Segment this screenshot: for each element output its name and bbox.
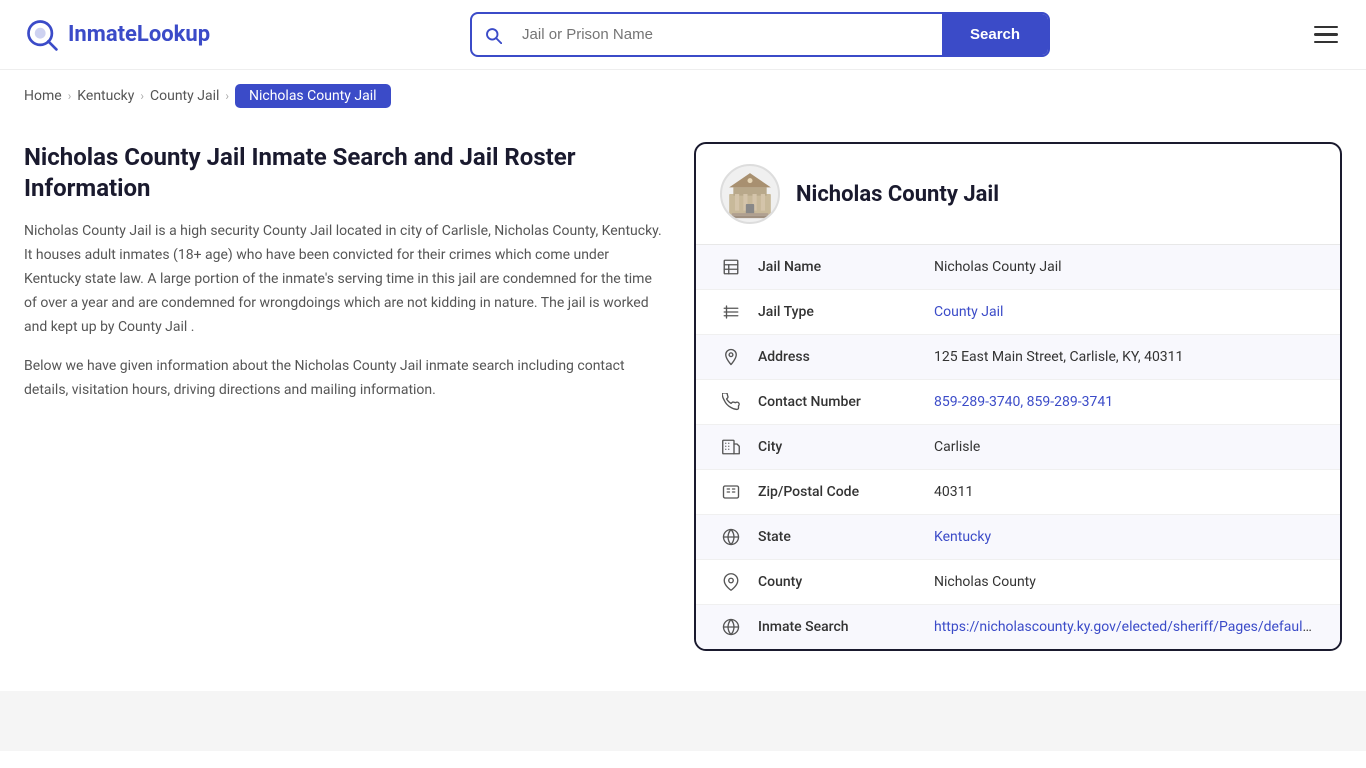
address-icon — [720, 348, 742, 366]
info-row-jail-type: Jail Type County Jail — [696, 290, 1340, 335]
info-row-inmate-search: Inmate Search https://nicholascounty.ky.… — [696, 605, 1340, 649]
card-title: Nicholas County Jail — [796, 182, 999, 207]
search-wrapper: Search — [470, 12, 1050, 57]
search-input[interactable] — [514, 14, 942, 55]
info-row-county: County Nicholas County — [696, 560, 1340, 605]
logo-link[interactable]: InmateLookup — [24, 17, 210, 53]
inmate-search-value: https://nicholascounty.ky.gov/elected/sh… — [934, 619, 1314, 635]
zip-icon — [720, 483, 742, 501]
info-row-contact: Contact Number 859-289-3740, 859-289-374… — [696, 380, 1340, 425]
search-icon-wrap — [472, 26, 514, 44]
logo-text: InmateLookup — [68, 22, 210, 47]
jail-type-value: County Jail — [934, 304, 1316, 320]
phone-icon — [720, 393, 742, 411]
main-content: Nicholas County Jail Inmate Search and J… — [0, 122, 1366, 691]
info-row-address: Address 125 East Main Street, Carlisle, … — [696, 335, 1340, 380]
breadcrumb: Home › Kentucky › County Jail › Nicholas… — [0, 70, 1366, 122]
jail-name-value: Nicholas County Jail — [934, 259, 1316, 275]
city-label: City — [758, 439, 918, 455]
inmate-search-icon — [720, 618, 742, 636]
contact-label: Contact Number — [758, 394, 918, 410]
county-label: County — [758, 574, 918, 590]
county-icon — [720, 573, 742, 591]
info-row-zip: Zip/Postal Code 40311 — [696, 470, 1340, 515]
jail-building-image — [722, 166, 778, 222]
footer-spacer — [0, 691, 1366, 751]
info-row-jail-name: Jail Name Nicholas County Jail — [696, 245, 1340, 290]
zip-label: Zip/Postal Code — [758, 484, 918, 500]
county-value: Nicholas County — [934, 574, 1316, 590]
hamburger-line-3 — [1314, 41, 1338, 44]
state-label: State — [758, 529, 918, 545]
breadcrumb-kentucky[interactable]: Kentucky — [77, 88, 134, 104]
address-label: Address — [758, 349, 918, 365]
city-value: Carlisle — [934, 439, 1316, 455]
inmate-search-label: Inmate Search — [758, 619, 918, 635]
right-column: Nicholas County Jail Jail Name — [694, 142, 1342, 651]
page-description-2: Below we have given information about th… — [24, 355, 664, 403]
breadcrumb-home[interactable]: Home — [24, 88, 62, 104]
hamburger-menu[interactable] — [1310, 22, 1342, 48]
state-icon — [720, 528, 742, 546]
page-description-1: Nicholas County Jail is a high security … — [24, 220, 664, 339]
breadcrumb-current: Nicholas County Jail — [235, 84, 391, 108]
logo-icon — [24, 17, 60, 53]
jail-type-link[interactable]: County Jail — [934, 304, 1003, 320]
breadcrumb-sep-1: › — [68, 89, 72, 103]
search-button[interactable]: Search — [942, 14, 1048, 55]
info-table: Jail Name Nicholas County Jail Jail Type — [696, 245, 1340, 649]
jail-name-label: Jail Name — [758, 259, 918, 275]
hamburger-line-1 — [1314, 26, 1338, 29]
card-header: Nicholas County Jail — [696, 144, 1340, 245]
state-link[interactable]: Kentucky — [934, 529, 991, 545]
jail-avatar — [720, 164, 780, 224]
info-row-state: State Kentucky — [696, 515, 1340, 560]
breadcrumb-sep-3: › — [225, 89, 229, 103]
jail-type-icon — [720, 303, 742, 321]
jail-type-label: Jail Type — [758, 304, 918, 320]
jail-name-icon — [720, 258, 742, 276]
inmate-search-link[interactable]: https://nicholascounty.ky.gov/elected/sh… — [934, 619, 1314, 635]
zip-value: 40311 — [934, 484, 1316, 500]
site-header: InmateLookup Search — [0, 0, 1366, 70]
state-value: Kentucky — [934, 529, 1316, 545]
info-card: Nicholas County Jail Jail Name — [694, 142, 1342, 651]
hamburger-line-2 — [1314, 33, 1338, 36]
search-area: Search — [470, 12, 1050, 57]
page-title: Nicholas County Jail Inmate Search and J… — [24, 142, 664, 204]
breadcrumb-county-jail[interactable]: County Jail — [150, 88, 219, 104]
breadcrumb-sep-2: › — [140, 89, 144, 103]
address-value: 125 East Main Street, Carlisle, KY, 4031… — [934, 349, 1316, 365]
contact-value: 859-289-3740, 859-289-3741 — [934, 394, 1316, 410]
contact-link[interactable]: 859-289-3740, 859-289-3741 — [934, 394, 1113, 410]
left-column: Nicholas County Jail Inmate Search and J… — [24, 142, 664, 403]
info-row-city: City Carlisle — [696, 425, 1340, 470]
city-icon — [720, 438, 742, 456]
search-icon — [484, 26, 502, 44]
